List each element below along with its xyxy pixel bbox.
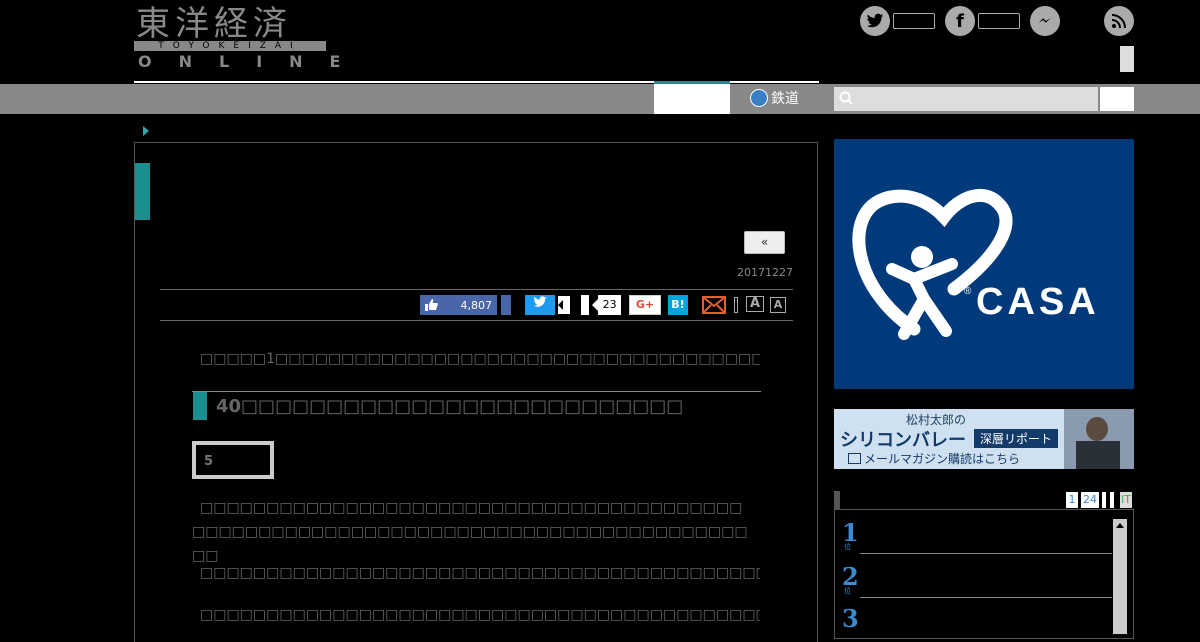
facebook-like-count xyxy=(978,13,1020,29)
ranking-tab-4[interactable] xyxy=(1110,492,1114,508)
share-count: 23 xyxy=(598,295,621,315)
tweet-button[interactable] xyxy=(525,295,555,315)
search-icon xyxy=(839,91,855,107)
rss-icon[interactable] xyxy=(1104,6,1134,36)
nav-tab-rail[interactable]: 鉄道 xyxy=(750,88,799,108)
messenger-bolt-icon xyxy=(1038,18,1051,23)
envelope-icon xyxy=(848,453,861,464)
share-count-button[interactable] xyxy=(581,295,590,315)
share-count-bubble: 23 xyxy=(581,295,621,315)
scroll-up-icon[interactable] xyxy=(1116,523,1124,528)
like-count: 4,807 xyxy=(460,298,493,312)
rank-divider xyxy=(860,597,1112,598)
rank-divider xyxy=(860,553,1112,554)
prev-article-button[interactable]: « xyxy=(744,231,785,254)
header-menu-button[interactable] xyxy=(1120,46,1134,72)
newsletter-banner[interactable]: 松村太郎の シリコンバレー 深層リポート メールマガジン購読はこちら xyxy=(834,409,1134,469)
casa-logo-icon: ® CASA xyxy=(852,188,1100,340)
tweet-count xyxy=(558,296,570,314)
facebook-icon[interactable]: f xyxy=(945,6,975,36)
facebook-like-button[interactable]: 4,807 xyxy=(420,295,497,315)
ranking-tab-it[interactable]: IT xyxy=(1120,492,1132,508)
nav-tab-active[interactable] xyxy=(654,84,730,114)
twitter-icon[interactable] xyxy=(860,6,890,36)
ranking-scrollbar[interactable] xyxy=(1113,519,1127,634)
section-heading: 40□□□□□□□□□□□□□□□□□□□□□□□□□□ xyxy=(216,396,684,417)
print-button[interactable] xyxy=(734,297,738,313)
article-paragraph: □□□□□□□□□□□□□□□□□□□□□□□□□□□□□□□□□□□□□□□□… xyxy=(192,500,748,564)
title-accent-bar xyxy=(135,163,150,220)
ranking-tab-1h[interactable]: 1 xyxy=(1066,492,1078,508)
search-button[interactable] xyxy=(1100,87,1134,111)
ad-reg-mark: ® xyxy=(964,286,972,297)
messenger-icon[interactable] xyxy=(1030,6,1060,36)
article-date: 20171227 xyxy=(737,266,793,279)
breadcrumb-arrow-icon xyxy=(143,126,149,136)
font-size-large-button[interactable]: A xyxy=(746,296,764,312)
article-lead: □□□□□1□□□□□□□□□□□□□□□□□□□□□□□□□□□□□□□□□□… xyxy=(200,351,760,367)
ranking-list xyxy=(834,509,1134,639)
share-bottom-divider xyxy=(160,320,793,321)
twitter-bird-icon xyxy=(866,13,884,28)
page-indicator: 5 xyxy=(192,441,274,479)
thumbs-up-icon xyxy=(425,299,438,311)
heading-accent-bar xyxy=(193,392,207,420)
heading-top-rule xyxy=(192,391,761,392)
casa-ad[interactable]: ® CASA xyxy=(834,139,1134,389)
ranking-header-bar xyxy=(834,491,840,509)
banner-tag: 深層リポート xyxy=(974,429,1059,448)
google-plus-button[interactable]: G+ xyxy=(629,295,661,315)
share-top-divider xyxy=(160,289,793,290)
ad-brand-text: CASA xyxy=(976,281,1100,323)
font-size-small-button[interactable]: A xyxy=(770,297,786,313)
ranking-tab-3[interactable] xyxy=(1102,492,1106,508)
twitter-follower-count xyxy=(893,13,935,29)
search-input[interactable] xyxy=(834,87,1098,111)
rss-waves-icon xyxy=(1111,14,1126,29)
rank-number: 3 xyxy=(842,604,859,633)
tweet-bird-icon xyxy=(533,296,547,307)
rank-suffix: 位 xyxy=(844,587,851,595)
author-photo xyxy=(1064,409,1134,469)
logo-online: ONLINE xyxy=(138,52,368,71)
logo-band: TOYOKEIZAI xyxy=(134,41,326,51)
rank-suffix: 位 xyxy=(844,543,851,551)
train-icon xyxy=(750,89,768,107)
article-paragraph: □□□□□□□□□□□□□□□□□□□□□□□□□□□□□□□□□□□□□□□□… xyxy=(200,565,760,581)
ranking-tab-24h[interactable]: 24 xyxy=(1081,492,1099,508)
banner-subscribe: メールマガジン購読はこちら xyxy=(864,452,1021,466)
hatena-bookmark-button[interactable]: B! xyxy=(668,295,688,315)
article-paragraph: □□□□□□□□□□□□□□□□□□□□□□□□□□□□□□□□□□□□□□□□… xyxy=(200,607,760,623)
facebook-share-button[interactable] xyxy=(501,295,511,315)
banner-title: シリコンバレー xyxy=(840,430,966,451)
nav-tab-rail-label: 鉄道 xyxy=(771,91,799,107)
logo-japanese[interactable]: 東洋経済 xyxy=(136,4,292,44)
mail-icon[interactable] xyxy=(702,296,726,314)
